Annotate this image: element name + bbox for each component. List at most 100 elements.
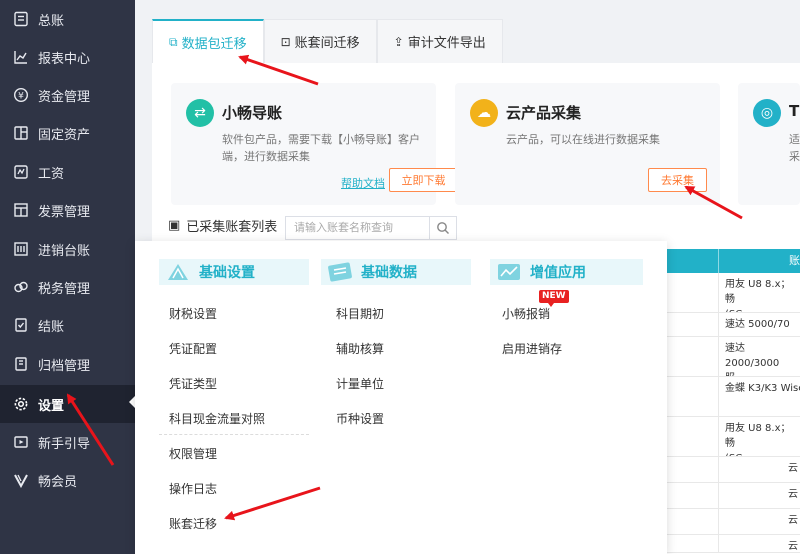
table-row[interactable]: 速达 2000/3000 服: [665, 337, 800, 377]
menu-expense-reimbursement[interactable]: 小畅报销: [502, 305, 550, 322]
table-cell: 云: [718, 535, 800, 552]
menu-operation-log[interactable]: 操作日志: [169, 480, 217, 497]
menu-auxiliary-accounting[interactable]: 辅助核算: [336, 340, 384, 357]
archive-icon: [13, 356, 29, 372]
tab-bar: ⧉ 数据包迁移 ⊡ 账套间迁移 ⇪ 审计文件导出: [152, 19, 503, 63]
svg-text:¥: ¥: [18, 92, 24, 102]
table-row[interactable]: 云: [665, 535, 800, 553]
transfer-icon: ⊡: [280, 34, 291, 49]
table-cell: 速达 5000/70: [718, 313, 800, 336]
sidebar-item-label: 畅会员: [38, 474, 78, 490]
table-row[interactable]: 用友 U8 8.x；畅 (SC: [665, 417, 800, 457]
sidebar-item-archive[interactable]: 归档管理: [0, 345, 135, 383]
data-card-icon: [328, 262, 352, 282]
invoice-icon: [13, 202, 29, 218]
table-cell: 云: [718, 509, 800, 534]
ledger-icon: [13, 11, 29, 27]
menu-opening-balance[interactable]: 科目期初: [336, 305, 384, 322]
table-header-cell: [665, 249, 718, 273]
sidebar-item-label: 总账: [38, 13, 65, 29]
help-doc-link[interactable]: 帮助文档: [341, 175, 385, 191]
import-tool-icon: ⇄: [186, 99, 214, 127]
sidebar-item-label: 固定资产: [38, 127, 91, 143]
menu-permissions[interactable]: 权限管理: [169, 445, 217, 462]
sidebar-item-label: 归档管理: [38, 358, 91, 374]
download-button[interactable]: 立即下载: [389, 168, 458, 192]
sidebar-item-fixed-assets[interactable]: 固定资产: [0, 114, 135, 152]
table-row[interactable]: 金蝶 K3/K3 Wise: [665, 377, 800, 417]
sidebar-item-salary[interactable]: 工资: [0, 153, 135, 191]
tab-label: 审计文件导出: [407, 36, 486, 51]
chart-icon: [13, 49, 29, 65]
table-cell: 用友 U8 8.x；畅 (SC: [718, 273, 800, 312]
menu-voucher-config[interactable]: 凭证配置: [169, 340, 217, 357]
card-cloud-collect: ☁ 云产品采集 云产品，可以在线进行数据采集 去采集: [455, 83, 720, 205]
t3-icon: ◎: [753, 99, 781, 127]
card-title: T3: [789, 102, 800, 120]
table-row[interactable]: 云: [665, 457, 800, 483]
vip-icon: [13, 472, 29, 488]
sidebar-item-guide[interactable]: 新手引导: [0, 423, 135, 461]
menu-voucher-type[interactable]: 凭证类型: [169, 375, 217, 392]
table-row[interactable]: 速达 5000/70: [665, 313, 800, 337]
gear-icon: [13, 396, 29, 412]
settings-popup-menu: 基础设置 基础数据 增值应用 财税设置 凭证配置 凭证类型 科目现金流量对照 权…: [135, 241, 667, 554]
guide-icon: [13, 434, 29, 450]
table-cell: 用友 U8 8.x；畅 (SC: [718, 417, 800, 456]
sidebar-item-label: 税务管理: [38, 281, 91, 297]
card-xiaochang-import: ⇄ 小畅导账 软件包产品，需要下载【小畅导账】客户端，进行数据采集 帮助文档 立…: [171, 83, 458, 205]
sidebar-item-invoices[interactable]: 发票管理: [0, 191, 135, 229]
table-cell: 云: [718, 457, 800, 482]
table-header-label: 账: [789, 254, 800, 267]
sidebar-item-label: 新手引导: [38, 436, 91, 452]
sidebar-item-funds[interactable]: ¥ 资金管理: [0, 76, 135, 114]
table-row[interactable]: 云: [665, 483, 800, 509]
sidebar-item-label: 进销台账: [38, 243, 91, 259]
sidebar-item-tax[interactable]: 税务管理: [0, 268, 135, 306]
table-header-cell: 账: [718, 249, 800, 273]
basic-settings-header: 基础设置: [159, 259, 309, 285]
menu-tax-settings[interactable]: 财税设置: [169, 305, 217, 322]
sidebar-item-settings[interactable]: 设置: [0, 385, 135, 423]
tab-label: 账套间迁移: [294, 36, 360, 51]
tab-audit-file-export[interactable]: ⇪ 审计文件导出: [376, 19, 503, 63]
card-title: 小畅导账: [222, 104, 283, 122]
tab-inter-account-migration[interactable]: ⊡ 账套间迁移: [263, 19, 377, 63]
table-row[interactable]: 用友 U8 8.x；畅 (SC: [665, 273, 800, 313]
sidebar-item-close-books[interactable]: 结账: [0, 306, 135, 344]
menu-divider: [159, 434, 309, 435]
menu-enable-inventory[interactable]: 启用进销存: [502, 340, 562, 357]
table-cell: 金蝶 K3/K3 Wise: [718, 377, 800, 416]
menu-cashflow-mapping[interactable]: 科目现金流量对照: [169, 410, 265, 427]
sidebar-item-label: 设置: [38, 398, 65, 414]
sidebar-item-ledger[interactable]: 总账: [0, 0, 135, 38]
column-title: 基础设置: [199, 265, 255, 281]
chart-card-icon: [498, 264, 520, 280]
basic-data-header: 基础数据: [321, 259, 471, 285]
menu-currency[interactable]: 币种设置: [336, 410, 384, 427]
tab-data-package-migration[interactable]: ⧉ 数据包迁移: [152, 19, 264, 63]
tax-icon: [13, 279, 29, 295]
leaf-icon: [168, 264, 188, 280]
card-description: 软件包产品，需要下载【小畅导账】客户端，进行数据采集: [222, 133, 420, 163]
sidebar-item-label: 资金管理: [38, 89, 91, 105]
sidebar-item-reports[interactable]: 报表中心: [0, 38, 135, 76]
list-title: 已采集账套列表: [186, 220, 278, 235]
search-button[interactable]: [429, 216, 457, 240]
menu-units[interactable]: 计量单位: [336, 375, 384, 392]
sidebar-item-label: 报表中心: [38, 51, 91, 67]
value-added-header: 增值应用: [490, 259, 643, 285]
table-header: 账: [665, 249, 800, 273]
sidebar-item-inventory[interactable]: 进销台账: [0, 230, 135, 268]
table-cell: 云: [718, 483, 800, 508]
tab-label: 数据包迁移: [181, 36, 247, 52]
card-title: 云产品采集: [506, 104, 582, 122]
card-description: 适用 采集: [789, 133, 800, 163]
collect-button[interactable]: 去采集: [648, 168, 707, 192]
card-description: 云产品，可以在线进行数据采集: [506, 133, 660, 146]
export-icon: ⇪: [393, 34, 404, 49]
menu-account-migration[interactable]: 账套迁移: [169, 515, 217, 532]
sidebar-item-vip[interactable]: 畅会员: [0, 461, 135, 499]
table-row[interactable]: 云: [665, 509, 800, 535]
sidebar-item-label: 结账: [38, 319, 65, 335]
